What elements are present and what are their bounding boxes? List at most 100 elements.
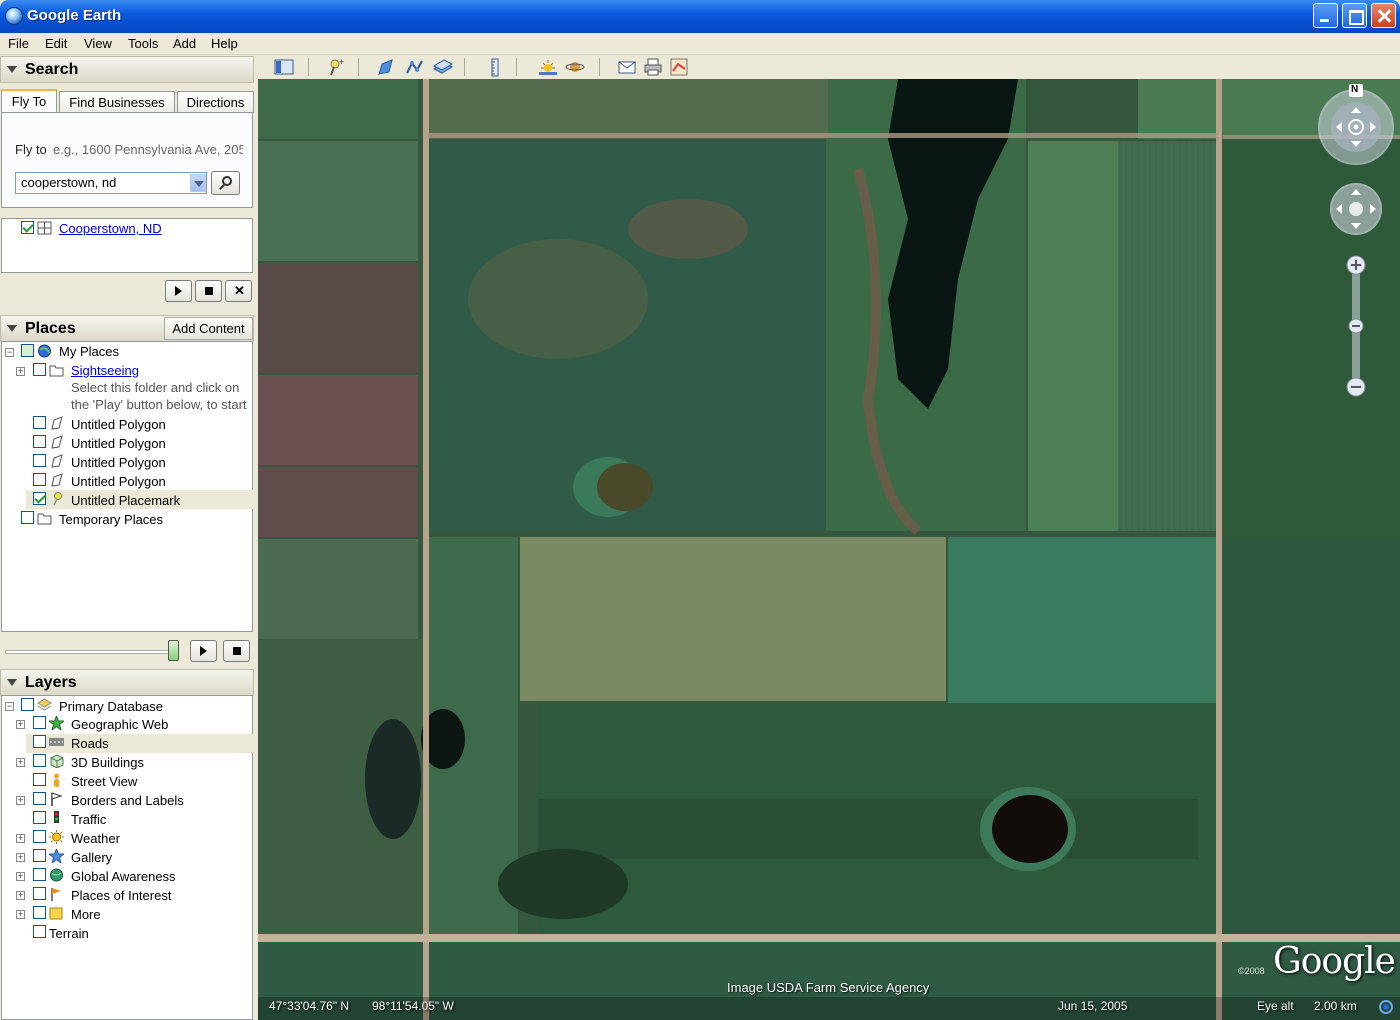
fly-to-input[interactable]: cooperstown, nd xyxy=(15,172,207,194)
collapse-node-icon[interactable]: − xyxy=(5,348,14,357)
layer-weather[interactable]: Weather xyxy=(71,831,120,846)
minimize-button[interactable] xyxy=(1313,3,1338,28)
layer-global-awareness[interactable]: Global Awareness xyxy=(71,869,176,884)
menu-view[interactable]: View xyxy=(84,36,112,51)
my-places-checkbox[interactable] xyxy=(21,344,34,357)
add-content-button[interactable]: Add Content xyxy=(164,317,253,340)
more-checkbox[interactable] xyxy=(33,906,46,919)
3d-buildings-checkbox[interactable] xyxy=(33,754,46,767)
roads-checkbox[interactable] xyxy=(33,735,46,748)
navigation-look-joystick[interactable] xyxy=(1330,183,1382,235)
temporary-places-label[interactable]: Temporary Places xyxy=(59,512,163,527)
print-icon[interactable] xyxy=(642,57,664,77)
expand-node-icon[interactable]: + xyxy=(16,367,25,376)
pushpin-icon xyxy=(53,492,62,506)
sightseeing-label[interactable]: Sightseeing xyxy=(71,363,139,378)
primary-database-checkbox[interactable] xyxy=(21,698,34,711)
placemark-checkbox[interactable] xyxy=(33,492,46,505)
expand-node-icon[interactable]: + xyxy=(16,891,25,900)
layers-panel-header[interactable]: Layers xyxy=(0,669,254,696)
add-placemark-icon[interactable]: + xyxy=(325,57,347,77)
terrain-checkbox[interactable] xyxy=(33,925,46,938)
layer-more[interactable]: More xyxy=(71,907,101,922)
stop-tour-button[interactable] xyxy=(195,280,222,302)
menu-file[interactable]: File xyxy=(8,36,29,51)
fly-to-dropdown-button[interactable] xyxy=(190,174,206,192)
email-icon[interactable] xyxy=(616,57,638,77)
expand-node-icon[interactable]: + xyxy=(16,853,25,862)
polygon-1-label[interactable]: Untitled Polygon xyxy=(71,417,166,432)
expand-node-icon[interactable]: + xyxy=(16,796,25,805)
weather-checkbox[interactable] xyxy=(33,830,46,843)
menu-edit[interactable]: Edit xyxy=(45,36,67,51)
my-places-label[interactable]: My Places xyxy=(59,344,119,359)
layer-geographic-web[interactable]: Geographic Web xyxy=(71,717,168,732)
collapse-triangle-icon[interactable] xyxy=(7,679,17,686)
layer-3d-buildings[interactable]: 3D Buildings xyxy=(71,755,144,770)
layer-places-of-interest[interactable]: Places of Interest xyxy=(71,888,171,903)
result-checkbox[interactable] xyxy=(21,221,34,234)
polygon-2-checkbox[interactable] xyxy=(33,435,46,448)
traffic-checkbox[interactable] xyxy=(33,811,46,824)
menu-tools[interactable]: Tools xyxy=(128,36,158,51)
gallery-checkbox[interactable] xyxy=(33,849,46,862)
clear-results-button[interactable] xyxy=(225,280,252,302)
layer-terrain[interactable]: Terrain xyxy=(49,926,89,941)
search-panel-header[interactable]: Search xyxy=(0,56,254,83)
tab-fly-to[interactable]: Fly To xyxy=(1,89,57,113)
borders-checkbox[interactable] xyxy=(33,792,46,805)
view-in-maps-icon[interactable] xyxy=(668,57,690,77)
sidebar-toggle-icon[interactable] xyxy=(273,57,295,77)
polygon-4-label[interactable]: Untitled Polygon xyxy=(71,474,166,489)
layer-roads[interactable]: Roads xyxy=(71,736,109,751)
polygon-3-label[interactable]: Untitled Polygon xyxy=(71,455,166,470)
tour-speed-slider-track[interactable] xyxy=(5,650,175,654)
earth-3d-view[interactable]: N Image USDA Farm Service Agency ©2008 G… xyxy=(258,79,1400,1020)
polygon-1-checkbox[interactable] xyxy=(33,416,46,429)
street-view-checkbox[interactable] xyxy=(33,773,46,786)
search-button[interactable] xyxy=(211,171,240,195)
eye-alt-value: 2.00 km xyxy=(1314,999,1357,1013)
temporary-places-checkbox[interactable] xyxy=(21,511,34,524)
expand-node-icon[interactable]: + xyxy=(16,910,25,919)
add-path-icon[interactable] xyxy=(404,57,426,77)
layer-borders-labels[interactable]: Borders and Labels xyxy=(71,793,184,808)
polygon-2-label[interactable]: Untitled Polygon xyxy=(71,436,166,451)
places-stop-button[interactable] xyxy=(223,640,250,662)
sightseeing-checkbox[interactable] xyxy=(33,363,46,376)
folder-icon xyxy=(37,513,52,525)
menu-help[interactable]: Help xyxy=(211,36,238,51)
layer-gallery[interactable]: Gallery xyxy=(71,850,112,865)
close-button[interactable] xyxy=(1371,3,1396,28)
collapse-node-icon[interactable]: − xyxy=(5,702,14,711)
layer-traffic[interactable]: Traffic xyxy=(71,812,106,827)
expand-node-icon[interactable]: + xyxy=(16,834,25,843)
add-polygon-icon[interactable] xyxy=(376,57,398,77)
collapse-triangle-icon[interactable] xyxy=(7,325,17,332)
result-cooperstown-link[interactable]: Cooperstown, ND xyxy=(59,221,162,236)
expand-node-icon[interactable]: + xyxy=(16,720,25,729)
planet-switch-icon[interactable] xyxy=(564,57,586,77)
places-play-button[interactable] xyxy=(190,640,217,662)
tab-directions[interactable]: Directions xyxy=(177,91,254,113)
polygon-3-checkbox[interactable] xyxy=(33,454,46,467)
layer-primary-database[interactable]: Primary Database xyxy=(59,699,163,714)
polygon-4-checkbox[interactable] xyxy=(33,473,46,486)
toolbar-separator xyxy=(308,58,309,76)
tab-find-businesses[interactable]: Find Businesses xyxy=(59,91,175,113)
global-awareness-checkbox[interactable] xyxy=(33,868,46,881)
maximize-button[interactable] xyxy=(1342,3,1367,28)
places-of-interest-checkbox[interactable] xyxy=(33,887,46,900)
sunlight-icon[interactable] xyxy=(537,57,559,77)
tour-speed-slider-thumb[interactable] xyxy=(168,640,179,661)
collapse-triangle-icon[interactable] xyxy=(7,66,17,73)
menu-add[interactable]: Add xyxy=(173,36,196,51)
expand-node-icon[interactable]: + xyxy=(16,758,25,767)
add-image-overlay-icon[interactable] xyxy=(432,57,454,77)
play-tour-button[interactable] xyxy=(165,280,192,302)
placemark-label[interactable]: Untitled Placemark xyxy=(71,493,180,508)
ruler-icon[interactable] xyxy=(484,57,506,77)
geographic-web-checkbox[interactable] xyxy=(33,716,46,729)
expand-node-icon[interactable]: + xyxy=(16,872,25,881)
layer-street-view[interactable]: Street View xyxy=(71,774,137,789)
